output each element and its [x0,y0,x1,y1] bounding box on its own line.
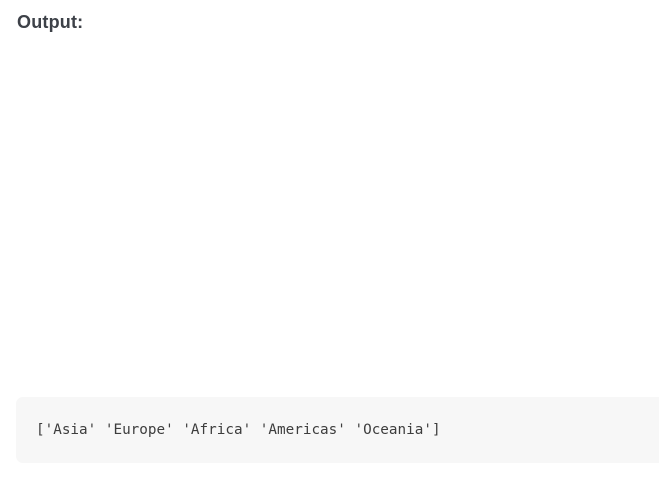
output-heading: Output: [17,12,84,32]
output-code-block: ['Asia' 'Europe' 'Africa' 'Americas' 'Oc… [16,397,659,463]
page: { "section": { "heading": "Output:" }, "… [0,0,659,477]
output-code-text: ['Asia' 'Europe' 'Africa' 'Americas' 'Oc… [36,422,441,438]
